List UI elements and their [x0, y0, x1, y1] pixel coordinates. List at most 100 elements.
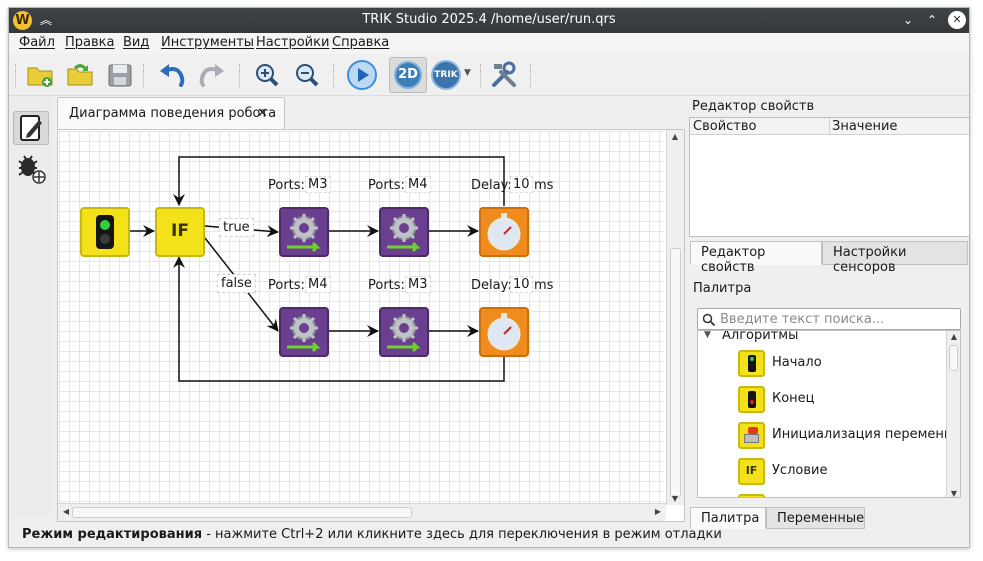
edge-label-false[interactable]: false [217, 274, 256, 293]
undo-icon[interactable] [158, 61, 186, 89]
edit-mode-button[interactable] [13, 111, 49, 145]
palette-item-label: Условие [772, 463, 828, 478]
palette-item-variable-init[interactable]: Инициализация переменной [738, 420, 960, 450]
status-message[interactable]: Режим редактирования - нажмите Ctrl+2 ил… [22, 527, 722, 542]
gear-motor-icon [387, 314, 421, 353]
palette-search-input[interactable]: Введите текст поиска... [697, 308, 961, 330]
motor-forward-block[interactable] [279, 207, 329, 257]
motor-forward-block[interactable] [379, 207, 429, 257]
delay-unit: ms [534, 178, 554, 193]
tab-property-editor[interactable]: Редактор свойств [690, 241, 822, 275]
motor-ports-value[interactable]: M3 [305, 176, 331, 193]
toolbar-separator [530, 64, 532, 88]
2d-model-icon: 2D [394, 61, 422, 89]
timer-block[interactable] [479, 307, 529, 357]
palette-item-partial[interactable] [738, 492, 960, 497]
edge-label-true[interactable]: true [219, 218, 254, 237]
palette-scrollbar[interactable]: ▲ ▼ [946, 331, 960, 497]
new-project-icon[interactable] [26, 61, 54, 89]
delay-value[interactable]: 10 [510, 276, 533, 293]
palette-group-algorithms[interactable]: Алгоритмы [722, 331, 798, 343]
motor-ports-value[interactable]: M4 [405, 176, 431, 193]
column-value[interactable]: Значение [832, 119, 897, 134]
tab-robot-diagram[interactable]: Диаграмма поведения робота ✕ [57, 97, 285, 129]
delay-unit: ms [534, 278, 554, 293]
motor-ports-value[interactable]: M3 [405, 276, 431, 293]
palette-scroll-thumb[interactable] [949, 345, 958, 371]
run-icon[interactable] [346, 59, 378, 91]
toolbar-separator [239, 64, 241, 88]
window-title: TRIK Studio 2025.4 /home/user/run.qrs [362, 12, 616, 27]
motor-forward-block[interactable] [279, 307, 329, 357]
if-label: IF [171, 221, 189, 241]
tab-sensor-settings[interactable]: Настройки сенсоров [822, 241, 968, 275]
scroll-up-icon[interactable]: ▲ [946, 332, 960, 341]
scroll-up-icon[interactable]: ▲ [667, 132, 683, 141]
settings-tools-icon[interactable] [489, 60, 519, 90]
if-block[interactable]: IF [155, 207, 205, 257]
trik-robot-icon[interactable]: TRIK [431, 60, 461, 90]
traffic-light-green-icon [738, 350, 765, 377]
maximize-icon[interactable]: ⌃ [923, 11, 941, 29]
property-table-header: Свойство Значение [690, 118, 969, 135]
redo-icon[interactable] [198, 61, 226, 89]
delay-label: Delay: [471, 278, 512, 293]
column-property[interactable]: Свойство [693, 119, 756, 134]
debug-mode-button[interactable] [13, 151, 49, 185]
property-table[interactable]: Свойство Значение [689, 117, 969, 237]
minimize-icon[interactable]: ⌄ [899, 11, 917, 29]
toolbar-separator [480, 64, 482, 88]
tab-variables[interactable]: Переменные [766, 507, 865, 529]
tab-palette[interactable]: Палитра [690, 507, 766, 529]
status-hint: - нажмите Ctrl+2 или кликните здесь для … [202, 527, 722, 542]
delay-value[interactable]: 10 [510, 176, 533, 193]
robot-dropdown-icon[interactable]: ▼ [464, 68, 471, 78]
canvas-vertical-scrollbar[interactable]: ▲ ▼ [666, 130, 684, 505]
property-editor-title: Редактор свойств [692, 99, 815, 114]
palette-list[interactable]: ▼ Алгоритмы Начало Конец Инициализация п… [697, 330, 961, 498]
palette-item-end[interactable]: Конец [738, 384, 960, 414]
menu-bar: Файл Правка Вид Инструменты Настройки Сп… [9, 33, 969, 54]
gear-motor-icon [387, 214, 421, 253]
menu-edit[interactable]: Правка [65, 35, 114, 50]
stopwatch-icon [487, 213, 521, 251]
right-panel: Редактор свойств Свойство Значение Редак… [689, 97, 969, 529]
motor-ports-value[interactable]: M4 [305, 276, 331, 293]
collapse-arrow-icon[interactable]: ▼ [704, 331, 711, 340]
diagram-canvas[interactable]: IF true false Ports: M3 Ports: M4 Delay:… [57, 129, 685, 522]
mode-panel [9, 97, 53, 517]
main-window: W ︽ TRIK Studio 2025.4 /home/user/run.qr… [8, 7, 970, 548]
menu-tools[interactable]: Инструменты [161, 35, 254, 50]
tab-label: Диаграмма поведения робота [69, 106, 277, 121]
edge-loop-top[interactable] [173, 156, 505, 206]
toolbar-separator [143, 64, 145, 88]
start-block[interactable] [80, 207, 130, 257]
save-icon[interactable] [106, 61, 134, 89]
close-window-icon[interactable]: ✕ [948, 11, 966, 29]
menu-help[interactable]: Справка [332, 35, 389, 50]
palette-item-start[interactable]: Начало [738, 348, 960, 378]
port-label: Ports: [268, 278, 305, 293]
motor-forward-block[interactable] [379, 307, 429, 357]
open-project-icon[interactable] [66, 61, 94, 89]
column-divider [829, 118, 830, 135]
palette-item-condition[interactable]: IF Условие [738, 456, 960, 486]
menu-view[interactable]: Вид [123, 35, 149, 50]
scroll-down-icon[interactable]: ▼ [667, 494, 683, 503]
port-label: Ports: [368, 178, 405, 193]
vertical-scroll-thumb[interactable] [670, 248, 681, 498]
scroll-down-icon[interactable]: ▼ [946, 489, 960, 497]
if-icon: IF [738, 458, 765, 485]
mode-2d-button[interactable]: 2D [389, 57, 427, 93]
timer-block[interactable] [479, 207, 529, 257]
toolbar: 2D TRIK ▼ [9, 54, 969, 96]
zoom-out-icon[interactable] [293, 61, 321, 89]
zoom-in-icon[interactable] [253, 61, 281, 89]
menu-file[interactable]: Файл [19, 35, 55, 50]
canvas-horizontal-scrollbar[interactable]: ◀ ▶ [58, 503, 666, 521]
close-tab-icon[interactable]: ✕ [257, 106, 268, 121]
search-placeholder: Введите текст поиска... [720, 312, 885, 327]
scroll-right-icon[interactable]: ▶ [650, 507, 666, 516]
horizontal-scroll-thumb[interactable] [72, 507, 412, 518]
menu-settings[interactable]: Настройки [256, 35, 329, 50]
